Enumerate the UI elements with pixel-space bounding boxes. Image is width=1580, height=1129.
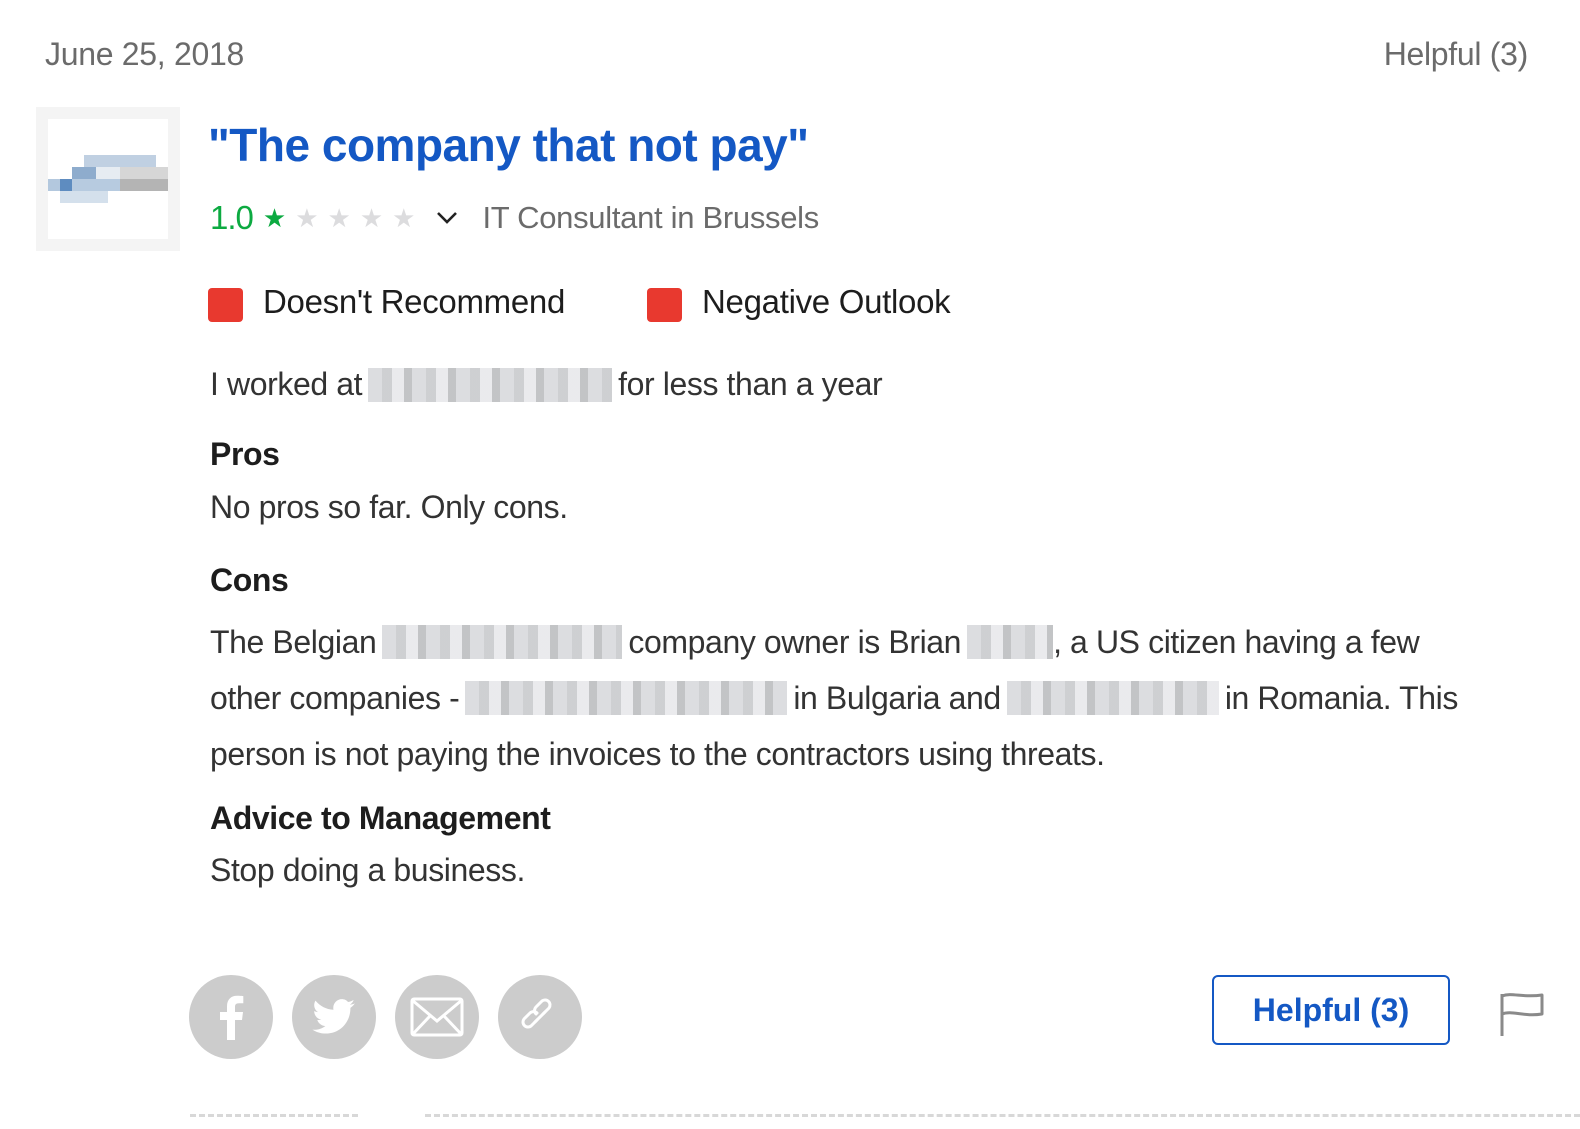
red-square-icon <box>208 288 243 322</box>
cons-text-part: person is not paying the invoices to the… <box>210 736 1105 772</box>
link-icon <box>521 998 552 1029</box>
redacted-company-name <box>382 625 623 659</box>
divider <box>190 1114 358 1117</box>
share-buttons <box>189 975 601 1059</box>
cons-text-part: company owner is Brian <box>628 624 962 660</box>
chevron-down-icon[interactable] <box>436 207 458 229</box>
badge-outlook: Negative Outlook <box>647 282 951 322</box>
review-date: June 25, 2018 <box>45 36 244 72</box>
flag-icon[interactable] <box>1498 990 1548 1040</box>
cons-line: other companies - in Bulgaria and in Rom… <box>210 670 1540 726</box>
star-filled-icon: ★ <box>262 203 287 233</box>
employment-info: I worked at for less than a year <box>210 366 883 403</box>
cons-text: The Belgian company owner is Brian , a U… <box>210 614 1540 782</box>
helpful-count-label: Helpful (3) <box>1383 36 1529 72</box>
twitter-icon <box>312 999 355 1034</box>
review-badges: Doesn't Recommend Negative Outlook <box>208 282 1032 322</box>
pros-text: No pros so far. Only cons. <box>210 489 568 525</box>
cons-heading: Cons <box>210 562 289 598</box>
badge-recommend: Doesn't Recommend <box>208 282 565 322</box>
cons-text-part: , a US citizen having a few <box>1053 624 1420 660</box>
cons-text-part: other companies - <box>210 680 460 716</box>
redacted-company-name <box>1006 681 1219 715</box>
redacted-company-name <box>465 681 788 715</box>
helpful-button[interactable]: Helpful (3) <box>1212 975 1450 1045</box>
divider <box>425 1114 1580 1117</box>
company-logo-image <box>48 119 168 239</box>
pros-heading: Pros <box>210 436 280 472</box>
star-empty-icon: ★ <box>327 203 351 233</box>
author-job-title: IT Consultant in Brussels <box>482 200 819 235</box>
employment-prefix: I worked at <box>210 366 363 402</box>
facebook-icon <box>220 995 244 1040</box>
cons-text-part: in Bulgaria and <box>793 680 1001 716</box>
share-email-button[interactable] <box>395 975 479 1059</box>
review-title-link[interactable]: "The company that not pay" <box>208 118 809 172</box>
badge-label: Negative Outlook <box>702 283 951 320</box>
star-empty-icon: ★ <box>392 203 416 233</box>
redacted-person-name <box>967 625 1054 659</box>
advice-text: Stop doing a business. <box>210 852 525 888</box>
cons-text-part: in Romania. This <box>1224 680 1459 716</box>
copy-link-button[interactable] <box>498 975 582 1059</box>
share-twitter-button[interactable] <box>292 975 376 1059</box>
cons-line: person is not paying the invoices to the… <box>210 726 1540 782</box>
employment-suffix: for less than a year <box>618 366 883 402</box>
redacted-company-name <box>368 367 613 402</box>
rating-value: 1.0 <box>210 199 254 236</box>
badge-label: Doesn't Recommend <box>263 283 566 320</box>
star-empty-icon: ★ <box>359 203 384 233</box>
star-empty-icon: ★ <box>295 203 319 233</box>
company-logo[interactable] <box>36 107 180 251</box>
cons-text-part: The Belgian <box>210 624 377 660</box>
rating-row: 1.0 ★ ★ ★ ★ ★ IT Consultant in Brussels <box>210 196 819 240</box>
red-square-icon <box>647 288 683 322</box>
share-facebook-button[interactable] <box>189 975 273 1059</box>
advice-heading: Advice to Management <box>210 800 551 836</box>
email-icon <box>410 997 464 1037</box>
cons-line: The Belgian company owner is Brian , a U… <box>210 614 1540 670</box>
